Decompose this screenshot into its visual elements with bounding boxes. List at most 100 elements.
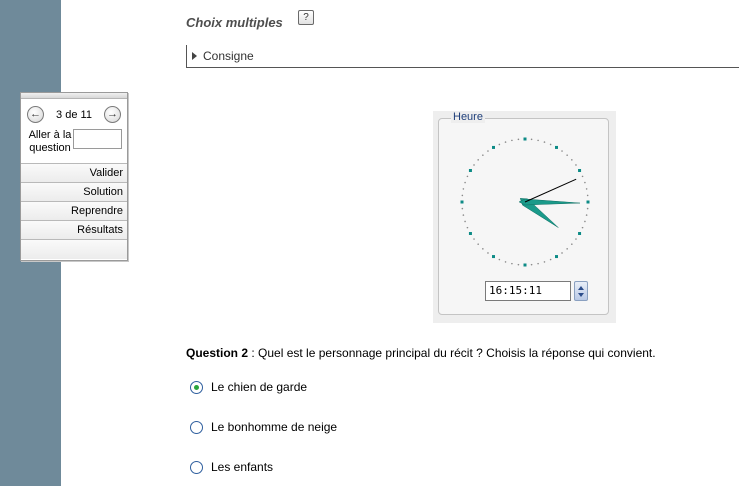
clock-widget: Heure 16:15:11 xyxy=(433,111,616,323)
empty-menu-row xyxy=(21,239,127,259)
arrow-left-icon: ← xyxy=(30,108,41,120)
previous-question-button[interactable]: ← xyxy=(27,106,44,123)
hour-marker xyxy=(492,255,495,259)
minute-marker xyxy=(584,181,586,184)
hour-marker xyxy=(468,232,472,235)
hour-marker xyxy=(492,145,495,149)
minute-marker xyxy=(581,175,584,178)
answer-option-3[interactable]: Les enfants xyxy=(190,460,273,474)
results-button[interactable]: Résultats xyxy=(21,220,127,239)
minute-marker xyxy=(549,258,552,261)
goto-question: Aller à la question xyxy=(21,125,127,163)
minute-marker xyxy=(464,181,466,184)
minute-marker xyxy=(477,159,479,161)
minute-marker xyxy=(561,150,563,152)
minute-marker xyxy=(586,194,589,197)
answer-label: Le chien de garde xyxy=(211,380,308,394)
radio-button[interactable] xyxy=(190,420,203,434)
minute-marker xyxy=(530,138,533,141)
question-prompt: : Quel est le personnage principal du ré… xyxy=(248,346,656,360)
question-text: Question 2 : Quel est le personnage prin… xyxy=(186,346,656,360)
minute-marker xyxy=(477,243,479,245)
expand-arrow-icon xyxy=(192,52,197,60)
minute-marker xyxy=(461,194,464,197)
clock-group-box: Heure 16:15:11 xyxy=(438,111,609,315)
minute-marker xyxy=(517,138,520,141)
solution-button[interactable]: Solution xyxy=(21,182,127,201)
consigne-toggle[interactable]: Consigne xyxy=(186,45,739,68)
clock-legend: Heure xyxy=(451,111,485,123)
minute-marker xyxy=(473,164,475,166)
minute-marker xyxy=(585,188,588,190)
minute-marker xyxy=(466,226,469,229)
page-title: Choix multiples xyxy=(186,15,283,30)
minute-marker xyxy=(487,252,489,254)
minute-marker xyxy=(537,139,539,142)
minute-marker xyxy=(566,248,568,250)
question-pager: ← 3 de 11 → xyxy=(21,99,127,125)
minute-marker xyxy=(473,238,475,240)
help-icon[interactable]: ? xyxy=(298,10,314,25)
hour-marker xyxy=(586,200,590,204)
minute-marker xyxy=(566,154,568,156)
minute-marker xyxy=(504,261,507,263)
hour-marker xyxy=(578,169,582,172)
hour-marker xyxy=(578,232,582,235)
minute-marker xyxy=(464,220,466,223)
question-position: 3 de 11 xyxy=(56,108,92,121)
goto-question-input[interactable] xyxy=(73,129,122,149)
validate-button[interactable]: Valider xyxy=(21,163,127,182)
minute-marker xyxy=(466,175,469,178)
minute-marker xyxy=(584,220,586,223)
answer-option-1[interactable]: Le chien de garde xyxy=(190,380,307,394)
hour-marker xyxy=(555,255,558,259)
minute-marker xyxy=(586,207,589,210)
navigation-panel: ← 3 de 11 → Aller à la question Valider … xyxy=(20,92,128,261)
minute-marker xyxy=(543,261,546,263)
minute-marker xyxy=(549,143,552,146)
minute-marker xyxy=(543,141,546,143)
goto-label: Aller à la question xyxy=(27,129,73,155)
answer-option-2[interactable]: Le bonhomme de neige xyxy=(190,420,337,434)
minute-marker xyxy=(585,214,588,216)
minute-marker xyxy=(571,243,573,245)
radio-button[interactable] xyxy=(190,460,203,474)
minute-marker xyxy=(482,154,484,156)
minute-hand xyxy=(518,198,581,206)
minute-marker xyxy=(571,159,573,161)
arrow-right-icon: → xyxy=(107,108,118,120)
minute-marker xyxy=(581,226,584,229)
question-number: Question 2 xyxy=(186,346,249,360)
spin-down-icon[interactable] xyxy=(578,293,584,297)
consigne-label: Consigne xyxy=(203,49,254,63)
minute-marker xyxy=(537,262,539,265)
goto-label-line2: question xyxy=(29,142,71,154)
hour-marker xyxy=(523,263,527,267)
minute-marker xyxy=(487,150,489,152)
minute-marker xyxy=(511,139,513,142)
minute-marker xyxy=(517,263,520,266)
minute-marker xyxy=(575,164,577,166)
radio-selected-dot xyxy=(194,384,199,390)
time-spinner[interactable] xyxy=(574,281,588,301)
minute-marker xyxy=(504,141,507,143)
minute-marker xyxy=(462,188,465,190)
second-hand xyxy=(524,178,577,203)
minute-marker xyxy=(462,214,465,216)
minute-marker xyxy=(561,252,563,254)
radio-button[interactable] xyxy=(190,380,203,394)
hour-marker xyxy=(555,145,558,149)
minute-marker xyxy=(511,262,513,265)
spin-up-icon[interactable] xyxy=(578,286,584,290)
next-question-button[interactable]: → xyxy=(104,106,121,123)
minute-marker xyxy=(575,238,577,240)
hour-marker xyxy=(460,200,464,204)
restart-button[interactable]: Reprendre xyxy=(21,201,127,220)
minute-marker xyxy=(482,248,484,250)
analog-clock xyxy=(460,137,590,267)
hour-marker xyxy=(468,169,472,172)
minute-marker xyxy=(461,207,464,210)
time-input[interactable]: 16:15:11 xyxy=(485,281,571,301)
minute-marker xyxy=(498,258,501,261)
goto-label-line1: Aller à la xyxy=(28,129,72,141)
